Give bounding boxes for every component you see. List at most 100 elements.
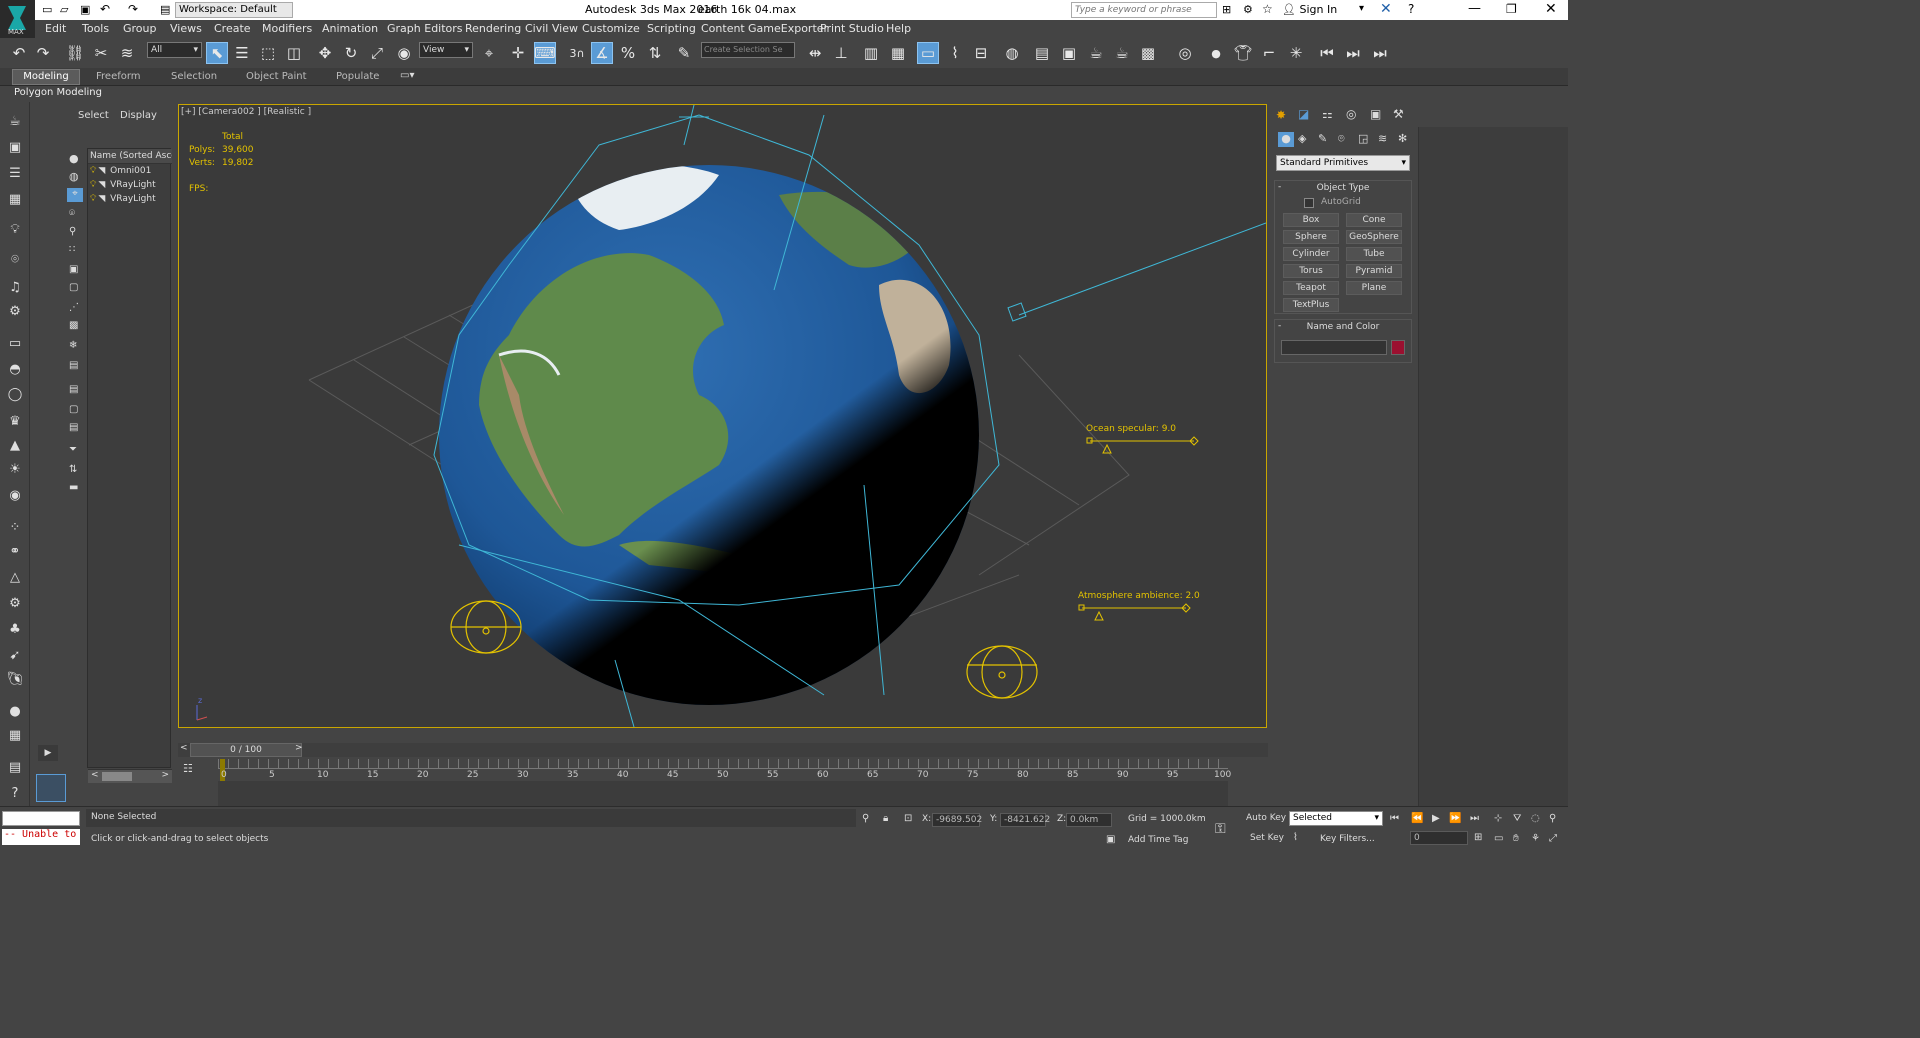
display-lights-icon[interactable]: ⌖ bbox=[67, 188, 83, 202]
current-frame-field[interactable]: 0 bbox=[1410, 831, 1468, 845]
placement-icon[interactable]: ◉ bbox=[393, 42, 415, 64]
spacewarps-icon[interactable]: ≋ bbox=[1378, 132, 1387, 145]
autogrid-checkbox[interactable] bbox=[1304, 198, 1314, 208]
toggle-ribbon-icon[interactable]: ▭ bbox=[917, 42, 939, 64]
mini-curve-editor-icon[interactable]: ☷ bbox=[183, 762, 193, 775]
scene-render[interactable]: Ocean specular: 9.0 Atmosphere ambience:… bbox=[179, 105, 1266, 727]
object-color-swatch[interactable] bbox=[1391, 340, 1405, 355]
render-setup-icon[interactable]: ▤ bbox=[1031, 42, 1053, 64]
sun-icon[interactable]: ☀ bbox=[6, 460, 24, 478]
auto-key-button[interactable]: Auto Key bbox=[1246, 813, 1286, 823]
material-editor-icon[interactable]: ◍ bbox=[1001, 42, 1023, 64]
select-by-name-icon[interactable]: ☰ bbox=[231, 42, 253, 64]
list-icon[interactable]: ☰ bbox=[6, 164, 24, 182]
help-circle-icon[interactable]: ? bbox=[6, 784, 24, 802]
light-bulb-icon[interactable]: 💡︎ bbox=[90, 194, 96, 204]
menu-create[interactable]: Create bbox=[214, 22, 251, 35]
filter-icon[interactable]: ⏷ bbox=[69, 444, 77, 455]
display-hidden-icon[interactable]: ▤ bbox=[69, 360, 78, 371]
dolly-icon[interactable]: ⚲ bbox=[1549, 813, 1556, 824]
scroll-thumb[interactable] bbox=[102, 772, 132, 781]
plant-icon[interactable]: ♣ bbox=[6, 620, 24, 638]
object-name-input[interactable] bbox=[1281, 340, 1387, 355]
sphere-button[interactable]: Sphere bbox=[1283, 230, 1339, 244]
open-file-icon[interactable]: ▱ bbox=[60, 3, 68, 16]
spinner-snap-icon[interactable]: ⇅ bbox=[644, 42, 666, 64]
triangle-icon[interactable]: △ bbox=[6, 568, 24, 586]
schematic-view-icon[interactable]: ⊟ bbox=[970, 42, 992, 64]
time-tag-icon[interactable]: ▣ bbox=[1106, 834, 1115, 845]
x-coordinate-field[interactable]: -9689.502 bbox=[932, 813, 982, 827]
percent-snap-icon[interactable]: % bbox=[617, 42, 639, 64]
save-file-icon[interactable]: ▣ bbox=[80, 3, 90, 16]
particle-tool-icon[interactable]: ✳ bbox=[1285, 42, 1307, 64]
time-config-icon[interactable]: ⊞ bbox=[1474, 832, 1482, 843]
light-bulb-icon[interactable]: 💡︎ bbox=[6, 220, 24, 238]
mirror-icon[interactable]: ⇹ bbox=[804, 42, 826, 64]
display-cameras-icon[interactable]: ⌾ bbox=[69, 208, 75, 219]
menu-customize[interactable]: Customize bbox=[582, 22, 640, 35]
sort-icon[interactable]: ⇅ bbox=[69, 464, 77, 475]
tab-populate[interactable]: Populate bbox=[336, 71, 379, 82]
binoculars-icon[interactable]: ⊞ bbox=[1222, 3, 1231, 16]
set-key-button[interactable]: Set Key bbox=[1250, 833, 1284, 843]
time-slider-thumb[interactable]: 0 / 100 bbox=[190, 743, 302, 757]
object-type-header[interactable]: Object Type bbox=[1275, 183, 1411, 193]
hierarchy-tab-icon[interactable]: ⚏ bbox=[1322, 107, 1333, 121]
menu-scripting[interactable]: Scripting bbox=[647, 22, 696, 35]
favorites-star-icon[interactable]: ☆ bbox=[1262, 2, 1273, 16]
menu-print-studio[interactable]: Print Studio bbox=[820, 22, 884, 35]
disc-icon[interactable]: ◉ bbox=[6, 486, 24, 504]
systems-icon[interactable]: ✻ bbox=[1398, 132, 1407, 145]
sphere-tool-icon[interactable]: ● bbox=[1205, 42, 1227, 64]
render-iterative-icon[interactable]: ☕︎ bbox=[1111, 42, 1133, 64]
app-menu-button[interactable]: MAX bbox=[0, 0, 35, 38]
display-all-icon[interactable]: ▤ bbox=[69, 384, 78, 395]
maximize-viewport-icon[interactable]: ⤢ bbox=[1549, 833, 1557, 844]
end-keyframe-tool-icon[interactable]: ⏭ bbox=[1369, 42, 1391, 64]
cone-button[interactable]: Cone bbox=[1346, 213, 1402, 227]
tab-modeling[interactable]: Modeling bbox=[12, 69, 80, 85]
snaps-toggle-icon[interactable]: 3 ∩ bbox=[566, 42, 588, 64]
collapse-icon[interactable]: ▬ bbox=[69, 482, 78, 493]
undo-icon[interactable]: ↶ bbox=[8, 42, 30, 64]
tab-select[interactable]: Select bbox=[78, 110, 109, 121]
time-slider-track[interactable]: < 0 / 100 > bbox=[178, 743, 1268, 757]
menu-gameexporter[interactable]: GameExporter bbox=[748, 22, 828, 35]
ocean-specular-manipulator[interactable]: Ocean specular: 9.0 bbox=[1086, 424, 1199, 454]
display-invert-icon[interactable]: ▢ bbox=[69, 404, 78, 415]
sign-in-button[interactable]: 👤︎ Sign In bbox=[1282, 3, 1337, 16]
exchange-x-icon[interactable]: ✕ bbox=[1380, 1, 1392, 17]
vray-light-right[interactable] bbox=[966, 645, 1038, 699]
reference-coord-dropdown[interactable]: View ▾ bbox=[419, 42, 473, 58]
display-tab-icon[interactable]: ▣ bbox=[1370, 107, 1381, 121]
tab-selection[interactable]: Selection bbox=[171, 71, 217, 82]
gun-tool-icon[interactable]: ⌐ bbox=[1258, 42, 1280, 64]
play-icon[interactable]: ▶ bbox=[1432, 813, 1440, 824]
minimize-icon[interactable]: — bbox=[1468, 1, 1481, 16]
geosphere-button[interactable]: GeoSphere bbox=[1346, 230, 1402, 244]
help-icon[interactable]: ? bbox=[1408, 2, 1414, 16]
isolate-icon[interactable]: ⚲ bbox=[862, 813, 869, 824]
menu-civil-view[interactable]: Civil View bbox=[525, 22, 578, 35]
subscription-icon[interactable]: ⚙ bbox=[1243, 3, 1253, 16]
maxscript-listener-top[interactable] bbox=[2, 811, 80, 826]
align-icon[interactable]: ⊥ bbox=[830, 42, 852, 64]
ribbon-subtitle[interactable]: Polygon Modeling bbox=[14, 87, 102, 98]
display-none-icon[interactable]: ● bbox=[69, 152, 79, 165]
camera-icon[interactable] bbox=[1007, 302, 1027, 322]
horizontal-scrollbar[interactable]: < > bbox=[88, 769, 172, 783]
search-input[interactable] bbox=[1071, 2, 1217, 18]
keyboard-shortcut-override-icon[interactable]: ⌨ bbox=[534, 42, 556, 64]
render-production-icon[interactable]: ☕︎ bbox=[1085, 42, 1107, 64]
display-groups-icon[interactable]: ▣ bbox=[69, 264, 78, 275]
torus-button[interactable]: Torus bbox=[1283, 264, 1339, 278]
light-bulb-icon[interactable]: 💡︎ bbox=[90, 166, 96, 176]
shell-icon[interactable]: 🐚︎ bbox=[6, 670, 24, 688]
zoom-extents-icon[interactable]: ⊹ bbox=[1494, 813, 1502, 824]
calculator-icon[interactable]: ▦ bbox=[6, 726, 24, 744]
dome-icon[interactable]: ◓ bbox=[6, 360, 24, 378]
robot-icon[interactable]: ⚙ bbox=[6, 302, 24, 320]
menu-tools[interactable]: Tools bbox=[82, 22, 109, 35]
display-geometry-icon[interactable]: ◍ bbox=[69, 170, 79, 183]
